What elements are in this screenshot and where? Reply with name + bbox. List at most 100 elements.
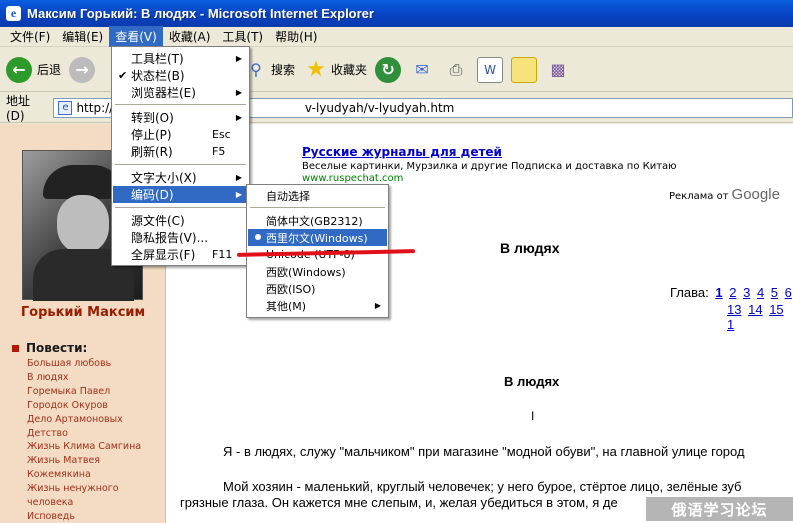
- forward-arrow-icon: →: [69, 56, 96, 83]
- window-title: Максим Горький: В людях - Microsoft Inte…: [27, 6, 374, 21]
- ads-by-google[interactable]: Реклама от Google: [669, 186, 780, 203]
- chapter-nav: Глава: 1 2 3 4 5 6: [670, 285, 792, 300]
- paragraph: Я - в людях, служу "мальчиком" при магаз…: [223, 444, 745, 459]
- edit-button[interactable]: W: [477, 52, 504, 88]
- chapter-link[interactable]: 1: [715, 285, 722, 300]
- ad-text: Веселые картинки, Мурзилка и другие Подп…: [302, 161, 677, 172]
- encoding-auto-select[interactable]: 自动选择: [248, 187, 387, 204]
- menu-tools[interactable]: 工具(T): [216, 26, 269, 47]
- menu-full-screen[interactable]: 全屏显示(F) F11: [113, 246, 248, 263]
- favorites-button[interactable]: ★ 收藏夹: [303, 52, 367, 88]
- page-title: В людях: [500, 240, 560, 256]
- square-bullet-icon: [12, 344, 19, 352]
- menu-go-to[interactable]: 转到(O) ▶: [113, 109, 248, 126]
- back-label: 后退: [37, 63, 62, 77]
- search-button[interactable]: ⚲ 搜索: [243, 52, 295, 88]
- menu-source[interactable]: 源文件(C): [113, 212, 248, 229]
- menu-status-bar[interactable]: ✔ 状态栏(B): [113, 67, 248, 84]
- story-list: Большая любовь В людях Горемыка Павел Го…: [27, 357, 163, 523]
- story-link[interactable]: Жизнь Клима Самгина: [27, 440, 163, 454]
- story-link[interactable]: Большая любовь: [27, 357, 163, 371]
- menu-stop[interactable]: 停止(P) Esc: [113, 126, 248, 143]
- chapter-link[interactable]: 14: [748, 302, 762, 317]
- story-link[interactable]: В людях: [27, 371, 163, 385]
- ad-title-link[interactable]: Русские журналы для детей: [302, 145, 502, 159]
- favorites-label: 收藏夹: [331, 63, 368, 77]
- page-icon: e: [58, 100, 73, 115]
- discuss-button[interactable]: [511, 52, 538, 88]
- chapter-link[interactable]: 3: [743, 285, 750, 300]
- author-name: Горький Максим: [20, 305, 146, 320]
- forward-button[interactable]: →: [69, 52, 96, 88]
- menu-explorer-bar[interactable]: 浏览器栏(E) ▶: [113, 84, 248, 101]
- chapter-link[interactable]: 2: [729, 285, 736, 300]
- research-icon: ▩: [550, 60, 566, 79]
- printer-icon: ⎙: [449, 59, 463, 79]
- story-link[interactable]: Городок Окуров: [27, 399, 163, 413]
- chapter-link[interactable]: 15: [769, 302, 783, 317]
- history-button[interactable]: ↻: [375, 52, 402, 88]
- menu-help[interactable]: 帮助(H): [269, 26, 323, 47]
- menu-privacy-report[interactable]: 隐私报告(V)...: [113, 229, 248, 246]
- back-arrow-icon: ←: [6, 56, 32, 83]
- address-label: 地址(D): [6, 94, 31, 123]
- address-url-right: v-lyudyah/v-lyudyah.htm: [304, 100, 455, 115]
- view-menu-dropdown: 工具栏(T) ▶ ✔ 状态栏(B) 浏览器栏(E) ▶ 转到(O) ▶ 停止(P…: [111, 46, 250, 266]
- back-button[interactable]: ← 后退: [6, 52, 61, 88]
- chapter-nav-row2: 13 14 15 1: [724, 302, 793, 332]
- research-button[interactable]: ▩: [545, 52, 571, 88]
- chapter-link[interactable]: 1: [727, 317, 734, 332]
- menu-encoding[interactable]: 编码(D) ▶: [113, 186, 248, 203]
- menu-file[interactable]: 文件(F): [4, 26, 56, 47]
- history-icon: ↻: [375, 56, 402, 83]
- menu-view[interactable]: 查看(V): [109, 26, 163, 47]
- menu-separator: [115, 104, 246, 105]
- paragraph: грязные глаза. Он кажется мне слепым, и,…: [180, 495, 618, 510]
- encoding-cyrillic-windows[interactable]: 西里尔文(Windows): [248, 229, 387, 246]
- submenu-arrow-icon: ▶: [235, 190, 242, 199]
- menu-separator: [115, 207, 246, 208]
- story-link[interactable]: Жизнь Матвея: [27, 454, 163, 468]
- word-icon: W: [477, 56, 504, 83]
- menu-text-size[interactable]: 文字大小(X) ▶: [113, 169, 248, 186]
- submenu-arrow-icon: ▶: [235, 113, 242, 122]
- story-link[interactable]: Детство: [27, 427, 163, 441]
- chapter-number: I: [531, 409, 535, 423]
- encoding-more[interactable]: 其他(M) ▶: [248, 297, 387, 314]
- mail-icon: ✉: [415, 60, 429, 79]
- ie-icon: e: [6, 6, 21, 21]
- menu-bar: 文件(F) 编辑(E) 查看(V) 收藏(A) 工具(T) 帮助(H): [0, 26, 793, 47]
- checkmark-icon: ✔: [118, 69, 128, 82]
- ad-url[interactable]: www.ruspechat.com: [302, 173, 403, 184]
- story-link[interactable]: Дело Артамоновых: [27, 413, 163, 427]
- menu-toolbars[interactable]: 工具栏(T) ▶: [113, 50, 248, 67]
- submenu-arrow-icon: ▶: [235, 173, 242, 182]
- menu-refresh[interactable]: 刷新(R) F5: [113, 143, 248, 160]
- encoding-western-windows[interactable]: 西欧(Windows): [248, 263, 387, 280]
- chapter-link[interactable]: 4: [757, 285, 764, 300]
- menu-edit[interactable]: 编辑(E): [56, 26, 109, 47]
- story-link[interactable]: Кожемякина: [27, 468, 163, 482]
- menu-separator: [115, 164, 246, 165]
- menu-separator: [250, 207, 385, 208]
- menu-favorites[interactable]: 收藏(A): [163, 26, 217, 47]
- chapter-heading: В людях: [504, 374, 560, 389]
- stories-heading: Повести:: [12, 341, 87, 355]
- story-link[interactable]: Горемыка Павел: [27, 385, 163, 399]
- search-label: 搜索: [271, 63, 296, 77]
- print-button[interactable]: ⎙: [443, 52, 469, 88]
- encoding-gb2312[interactable]: 简体中文(GB2312): [248, 212, 387, 229]
- submenu-arrow-icon: ▶: [235, 54, 242, 63]
- story-link[interactable]: Исповедь: [27, 510, 163, 523]
- chapter-link[interactable]: 13: [727, 302, 741, 317]
- story-link[interactable]: Жизнь ненужного: [27, 482, 163, 496]
- encoding-western-iso[interactable]: 西欧(ISO): [248, 280, 387, 297]
- submenu-arrow-icon: ▶: [374, 301, 381, 310]
- story-link[interactable]: человека: [27, 496, 163, 510]
- submenu-arrow-icon: ▶: [235, 88, 242, 97]
- chapter-link[interactable]: 6: [785, 285, 792, 300]
- mail-button[interactable]: ✉: [409, 52, 435, 88]
- chapter-link[interactable]: 5: [771, 285, 778, 300]
- google-logo: Google: [731, 186, 780, 203]
- forum-watermark: 俄语学习论坛: [646, 497, 793, 521]
